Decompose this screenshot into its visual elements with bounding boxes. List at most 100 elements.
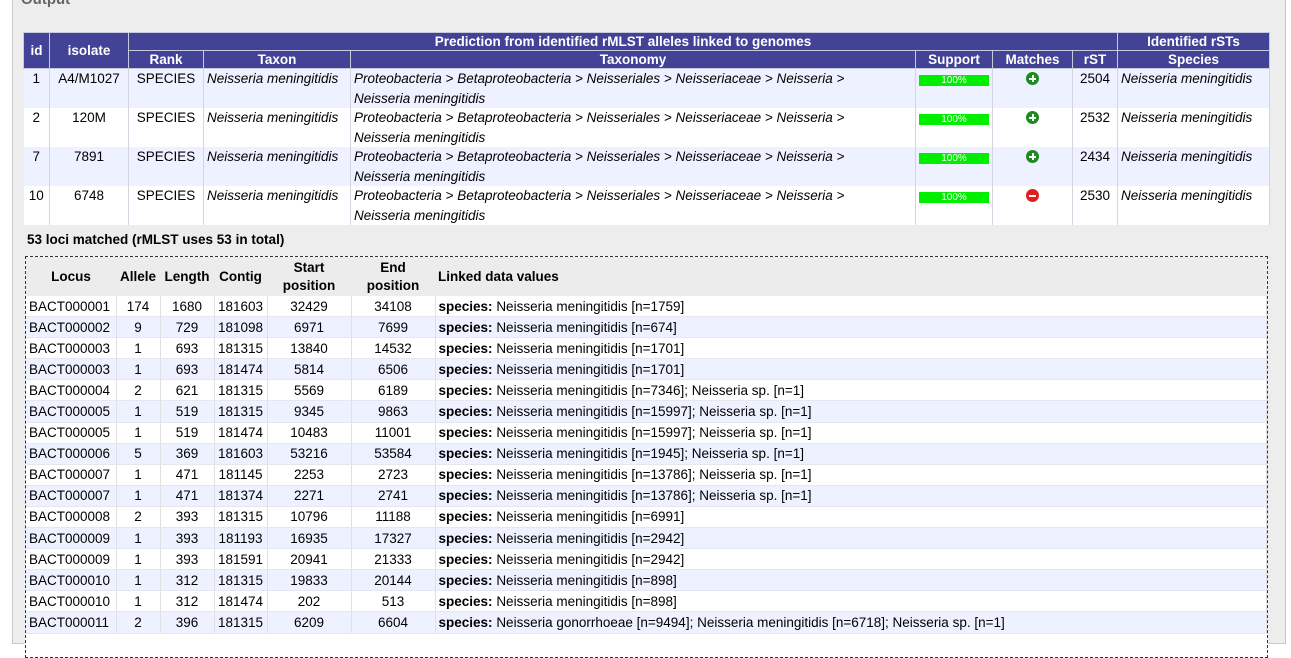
cell-locus: BACT000001 (26, 296, 117, 318)
group-identified: Identified rSTs (1117, 32, 1270, 51)
taxonomy-line2: Neisseria meningitidis (354, 90, 486, 106)
cell-end: 20144 (351, 569, 436, 592)
cell-taxonomy: Proteobacteria > Betaproteobacteria > Ne… (350, 147, 916, 186)
locus-row: BACT000007 1 471 181145 2253 2723 species: Nei… (26, 464, 1267, 486)
linked-values: Neisseria meningitidis [n=898] (496, 593, 677, 609)
cell-linked: species: Neisseria meningitidis [n=898] (435, 590, 1267, 613)
col-rst: rST (1072, 50, 1118, 69)
locus-row: BACT000007 1 471 181374 2271 2741 species: Nei… (26, 485, 1267, 507)
cell-contig: 181603 (214, 443, 268, 465)
cell-linked: species: Neisseria meningitidis [n=7346]… (435, 379, 1267, 402)
cell-length: 312 (160, 569, 215, 592)
plus-circle-icon[interactable] (1026, 72, 1039, 85)
locus-row: BACT000002 9 729 181098 6971 7699 species: Nei… (26, 316, 1267, 339)
cell-linked: species: Neisseria meningitidis [n=15997… (435, 400, 1267, 423)
cell-contig: 181315 (214, 337, 268, 360)
cell-taxon: Neisseria meningitidis (203, 108, 351, 147)
cell-start: 53216 (267, 443, 352, 465)
plus-circle-icon[interactable] (1026, 111, 1039, 124)
cell-locus: BACT000002 (26, 316, 117, 339)
cell-end: 6506 (351, 358, 436, 381)
cell-end: 6189 (351, 379, 436, 402)
cell-start: 2253 (267, 464, 352, 486)
locus-row: BACT000004 2 621 181315 5569 6189 species: Nei… (26, 379, 1267, 402)
cell-contig: 181474 (214, 422, 268, 444)
cell-matches (992, 68, 1073, 108)
cell-length: 1680 (160, 296, 215, 318)
cell-linked: species: Neisseria meningitidis [n=2942] (435, 527, 1267, 550)
prediction-row: 1 A4/M1027 SPECIES Neisseria meningitidis Pr… (23, 68, 1270, 108)
loci-summary: 53 loci matched (rMLST uses 53 in total) (27, 232, 285, 247)
cell-length: 519 (160, 400, 215, 423)
col-taxon: Taxon (203, 50, 351, 69)
cell-locus: BACT000010 (26, 569, 117, 592)
linked-values: Neisseria gonorrhoeae [n=9494]; Neisseri… (496, 614, 1005, 630)
cell-id: 7 (23, 147, 50, 186)
cell-end: 11001 (351, 422, 436, 444)
linked-values: Neisseria meningitidis [n=13786]; Neisse… (496, 488, 812, 504)
prediction-row: 2 120M SPECIES Neisseria meningitidis Proteo… (23, 108, 1270, 147)
cell-length: 693 (160, 358, 215, 381)
cell-end: 14532 (351, 337, 436, 360)
locus-row: BACT000005 1 519 181474 10483 11001 species: N… (26, 422, 1267, 444)
cell-contig: 181315 (214, 400, 268, 423)
col-start-line1: Start (293, 259, 325, 275)
col-id: id (23, 32, 50, 69)
cell-start: 9345 (267, 400, 352, 423)
support-bar: 100% (919, 153, 989, 164)
species-label: species: (438, 319, 493, 335)
minus-circle-icon[interactable] (1026, 189, 1039, 202)
cell-support: 100% (915, 186, 993, 225)
cell-allele: 1 (116, 422, 161, 444)
locus-row: BACT000005 1 519 181315 9345 9863 species: Nei… (26, 400, 1267, 423)
plus-circle-icon[interactable] (1026, 150, 1039, 163)
cell-rank: SPECIES (128, 186, 204, 225)
linked-values: Neisseria meningitidis [n=1701] (496, 340, 685, 356)
taxonomy-line1: Proteobacteria > Betaproteobacteria > Ne… (354, 149, 845, 164)
species-label: species: (438, 614, 493, 630)
cell-taxon: Neisseria meningitidis (203, 147, 351, 186)
cell-linked: species: Neisseria meningitidis [n=13786… (435, 464, 1267, 486)
cell-support: 100% (915, 147, 993, 186)
locus-row: BACT000010 1 312 181474 202 513 species: Neiss… (26, 590, 1267, 613)
linked-values: Neisseria meningitidis [n=15997]; Neisse… (496, 404, 812, 420)
linked-values: Neisseria meningitidis [n=1945]; Neisser… (496, 446, 804, 462)
cell-start: 32429 (267, 296, 352, 318)
cell-start: 13840 (267, 337, 352, 360)
cell-allele: 2 (116, 379, 161, 402)
linked-values: Neisseria meningitidis [n=7346]; Neisser… (496, 382, 804, 398)
cell-matches (992, 108, 1073, 147)
taxonomy-line1: Proteobacteria > Betaproteobacteria > Ne… (354, 71, 845, 86)
locus-row: BACT000003 1 693 181315 13840 14532 species: N… (26, 337, 1267, 360)
cell-contig: 181474 (214, 590, 268, 613)
cell-linked: species: Neisseria meningitidis [n=1759] (435, 296, 1267, 318)
col-start-line2: position (282, 277, 336, 293)
cell-end: 9863 (351, 400, 436, 423)
cell-locus: BACT000003 (26, 337, 117, 360)
col-contig: Contig (214, 257, 267, 296)
col-locus: Locus (26, 257, 116, 296)
cell-allele: 9 (116, 316, 161, 339)
linked-values: Neisseria meningitidis [n=2942] (496, 551, 685, 567)
cell-contig: 181315 (214, 379, 268, 402)
group-prediction: Prediction from identified rMLST alleles… (128, 32, 1118, 51)
col-species: Species (1117, 50, 1270, 69)
cell-end: 17327 (351, 527, 436, 550)
linked-values: Neisseria meningitidis [n=2942] (496, 530, 685, 546)
cell-linked: species: Neisseria meningitidis [n=674] (435, 316, 1267, 339)
taxonomy-line1: Proteobacteria > Betaproteobacteria > Ne… (354, 110, 845, 125)
cell-support: 100% (915, 108, 993, 147)
cell-locus: BACT000007 (26, 464, 117, 486)
cell-start: 10483 (267, 422, 352, 444)
loci-table: Locus Allele Length Contig Start position… (26, 257, 1267, 634)
cell-allele: 1 (116, 569, 161, 592)
cell-matches (992, 147, 1073, 186)
cell-end: 53584 (351, 443, 436, 465)
support-bar: 100% (919, 75, 989, 86)
cell-id: 2 (23, 108, 50, 147)
cell-allele: 2 (116, 611, 161, 634)
taxonomy-line1: Proteobacteria > Betaproteobacteria > Ne… (354, 188, 845, 203)
cell-isolate: 7891 (49, 147, 129, 186)
cell-linked: species: Neisseria meningitidis [n=1701] (435, 337, 1267, 360)
cell-linked: species: Neisseria meningitidis [n=15997… (435, 422, 1267, 444)
